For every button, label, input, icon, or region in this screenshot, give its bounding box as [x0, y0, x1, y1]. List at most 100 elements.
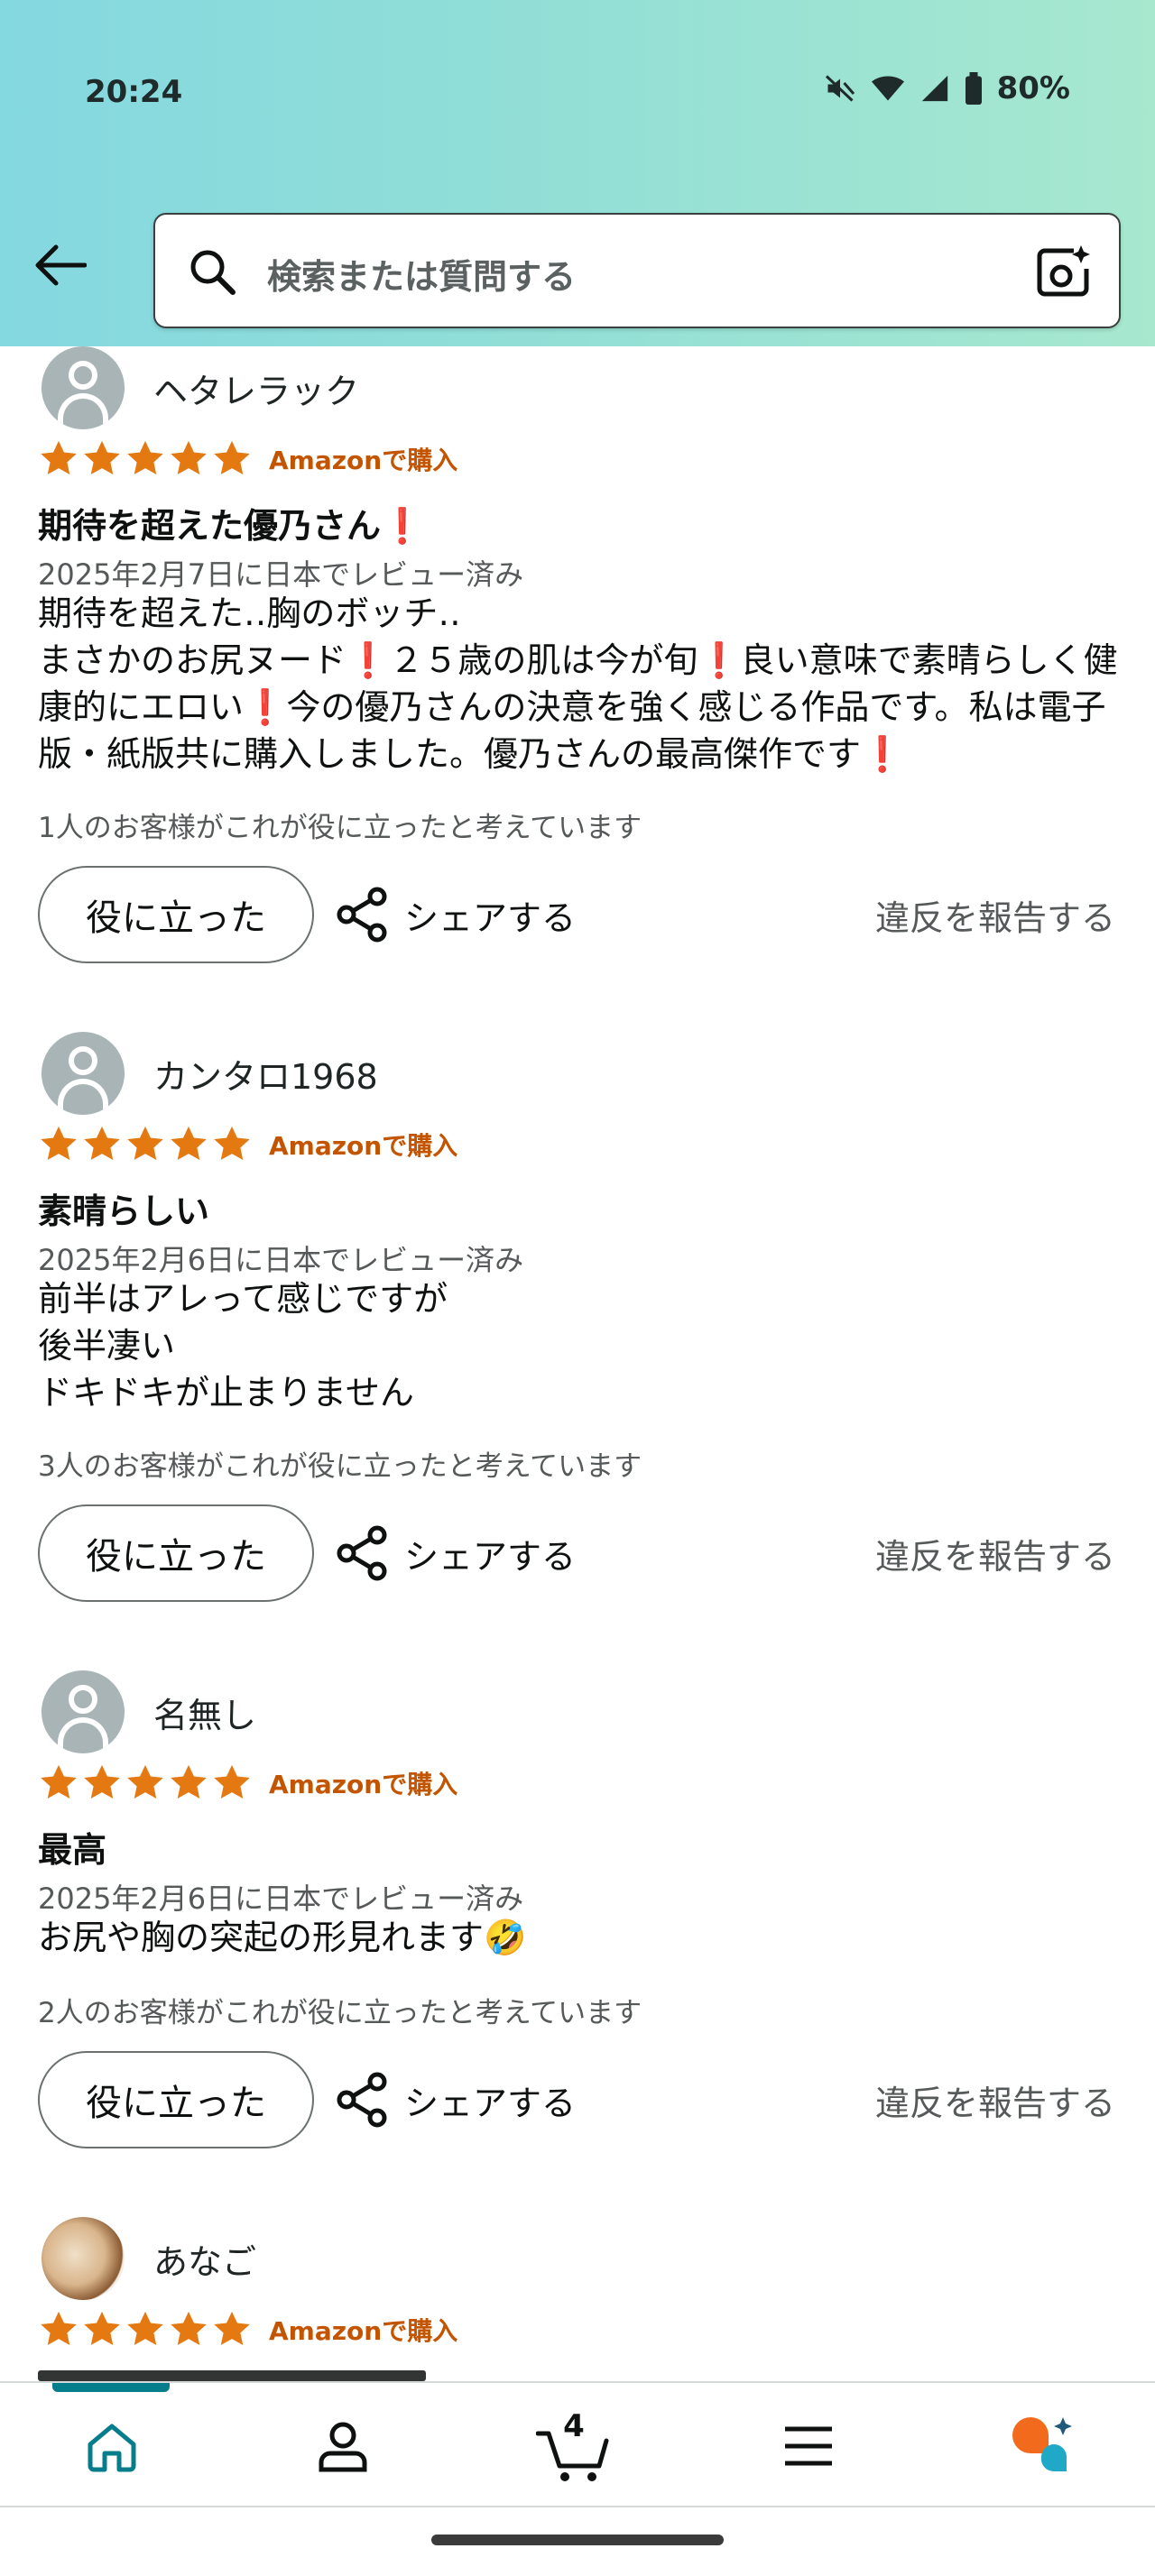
status-icons: 80%	[824, 70, 1070, 106]
star-icon	[84, 1126, 120, 1161]
mute-icon	[825, 75, 855, 102]
account-icon	[319, 2422, 367, 2472]
review-body: 前半はアレって感じですが 後半凄い ドキドキが止まりません	[38, 1279, 448, 1412]
verified-purchase-badge: Amazonで購入	[269, 446, 458, 475]
share-icon	[337, 2072, 387, 2128]
review-title: 素晴らしい	[38, 1191, 210, 1231]
report-link[interactable]: 違反を報告する	[875, 2051, 1115, 2148]
back-button[interactable]	[31, 236, 88, 294]
review-date: 2025年2月7日に日本でレビュー済み	[38, 557, 524, 592]
reviewer-name: ヘタレラック	[153, 371, 360, 411]
home-icon	[88, 2424, 136, 2472]
reviewer-name: あなご	[153, 2241, 257, 2282]
star-icon	[84, 2311, 120, 2346]
verified-purchase-badge: Amazonで購入	[269, 1770, 458, 1799]
reviewer: カンタロ1968	[42, 1032, 378, 1115]
helpful-button[interactable]: 役に立った	[38, 866, 314, 963]
star-icon	[84, 440, 120, 475]
search-placeholder: 検索または質問する	[267, 257, 577, 297]
review-title: 最高	[38, 1830, 107, 1870]
avatar	[42, 1032, 125, 1115]
review-title-partial	[38, 2370, 426, 2381]
search-icon	[190, 250, 236, 295]
reviewer: ヘタレラック	[42, 346, 359, 429]
rating-row: Amazonで購入	[38, 1762, 457, 1804]
star-icon	[127, 1126, 163, 1161]
star-icon	[127, 1764, 163, 1799]
review-date: 2025年2月6日に日本でレビュー済み	[38, 1243, 524, 1277]
search-input[interactable]: 検索または質問する	[153, 213, 1121, 328]
star-rating	[38, 1124, 253, 1165]
nav-cart[interactable]: 4	[511, 2383, 637, 2509]
star-icon	[171, 1764, 207, 1799]
report-link[interactable]: 違反を報告する	[875, 1504, 1115, 1602]
review-date: 2025年2月6日に日本でレビュー済み	[38, 1881, 524, 1916]
star-icon	[171, 2311, 207, 2346]
star-rating	[38, 2309, 253, 2351]
helpful-count: 3人のお客様がこれが役に立ったと考えています	[38, 1450, 642, 1483]
rating-row: Amazonで購入	[38, 1124, 457, 1165]
star-icon	[41, 2311, 77, 2346]
gesture-bar[interactable]	[431, 2535, 724, 2545]
star-icon	[171, 440, 207, 475]
nav-home[interactable]	[49, 2383, 175, 2509]
rating-row: Amazonで購入	[38, 2309, 457, 2351]
avatar	[42, 346, 125, 429]
star-icon	[214, 2311, 250, 2346]
reviewer-name: カンタロ1968	[153, 1056, 378, 1097]
share-button[interactable]: シェアする	[334, 2051, 576, 2148]
rating-row: Amazonで購入	[38, 438, 457, 480]
star-icon	[214, 1764, 250, 1799]
star-icon	[41, 1126, 77, 1161]
wifi-icon	[871, 76, 904, 101]
star-icon	[41, 1764, 77, 1799]
battery-percent: 80%	[996, 70, 1070, 106]
helpful-count: 2人のお客様がこれが役に立ったと考えています	[38, 1997, 642, 2029]
nav-rufus[interactable]	[980, 2383, 1106, 2509]
share-button[interactable]: シェアする	[334, 866, 576, 963]
bottom-nav: 4	[0, 2381, 1155, 2507]
verified-purchase-badge: Amazonで購入	[269, 1131, 458, 1161]
review-body: 期待を超えた‥胸のボッチ‥ まさかのお尻ヌード❗️２５歳の肌は今が旬❗️良い意味…	[38, 590, 1121, 777]
signal-icon	[921, 75, 947, 102]
battery-icon	[965, 72, 982, 105]
review-body-line: 期待を超えた‥胸のボッチ‥	[38, 593, 461, 633]
star-icon	[127, 440, 163, 475]
report-link[interactable]: 違反を報告する	[875, 866, 1115, 963]
review-body: お尻や胸の突起の形見れます🤣	[38, 1918, 527, 1957]
app-header: 20:24 80% 検索または質問する	[0, 0, 1155, 346]
star-icon	[171, 1126, 207, 1161]
share-label: シェアする	[404, 1536, 577, 1577]
helpful-button[interactable]: 役に立った	[38, 1504, 314, 1602]
star-icon	[214, 1126, 250, 1161]
share-icon	[337, 887, 387, 943]
avatar	[42, 2217, 125, 2300]
helpful-count: 1人のお客様がこれが役に立ったと考えています	[38, 812, 642, 844]
reviewer: あなご	[42, 2217, 256, 2300]
review-title: 期待を超えた優乃さん❗️	[38, 506, 424, 546]
cart-count: 4	[563, 2408, 585, 2444]
rufus-icon	[1012, 2417, 1072, 2472]
verified-purchase-badge: Amazonで購入	[269, 2316, 458, 2346]
menu-icon	[785, 2426, 832, 2466]
share-button[interactable]: シェアする	[334, 1504, 576, 1602]
review-body-line: まさかのお尻ヌード❗️２５歳の肌は今が旬❗️良い意味で素晴らしく健康的にエロい❗…	[38, 640, 1118, 774]
star-icon	[127, 2311, 163, 2346]
share-label: シェアする	[404, 897, 577, 938]
reviewer-name: 名無し	[153, 1695, 257, 1735]
share-icon	[337, 1525, 387, 1581]
star-icon	[214, 440, 250, 475]
status-time: 20:24	[85, 74, 183, 110]
star-icon	[41, 440, 77, 475]
nav-account[interactable]	[280, 2383, 406, 2509]
share-label: シェアする	[404, 2083, 577, 2123]
reviewer: 名無し	[42, 1670, 256, 1753]
camera-lens-icon[interactable]	[1034, 244, 1092, 301]
avatar	[42, 1670, 125, 1753]
star-icon	[84, 1764, 120, 1799]
nav-menu[interactable]	[745, 2383, 872, 2509]
helpful-button[interactable]: 役に立った	[38, 2051, 314, 2148]
star-rating	[38, 438, 253, 480]
star-rating	[38, 1762, 253, 1804]
back-arrow-icon	[35, 244, 87, 286]
